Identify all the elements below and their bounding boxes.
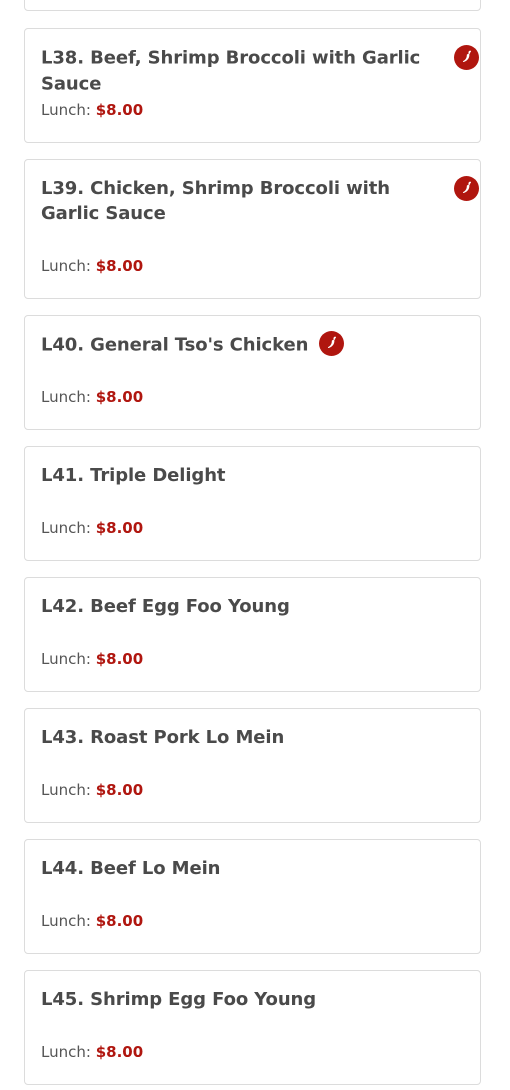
menu-item-name: Beef Egg Foo Young (90, 596, 290, 617)
menu-item-title: L38. Beef, Shrimp Broccoli with Garlic S… (41, 45, 466, 96)
price-value: $8.00 (95, 101, 144, 119)
price-value: $8.00 (95, 388, 144, 406)
menu-item-card[interactable]: L39. Chicken, Shrimp Broccoli with Garli… (24, 159, 481, 299)
menu-item-price-line: Lunch: $8.00 (41, 911, 143, 931)
menu-item-card[interactable]: L45. Shrimp Egg Foo Young Lunch: $8.00 (24, 970, 481, 1085)
menu-item-name: Beef Lo Mein (90, 858, 221, 879)
menu-item-price-line: Lunch: $8.00 (41, 518, 143, 538)
menu-item-title: L44. Beef Lo Mein (41, 856, 466, 881)
price-label: Lunch: (41, 101, 91, 119)
price-value: $8.00 (95, 650, 144, 668)
chili-pepper-icon (318, 330, 344, 356)
menu-item-card[interactable]: L38. Beef, Shrimp Broccoli with Garlic S… (24, 28, 481, 143)
menu-item-title: L39. Chicken, Shrimp Broccoli with Garli… (41, 176, 420, 226)
menu-item-name: Beef, Shrimp Broccoli with Garlic Sauce (41, 47, 421, 95)
menu-item-card[interactable]: L40. General Tso's Chicken Lunch: $8.00 (24, 315, 481, 430)
menu-item-name: General Tso's Chicken (90, 334, 309, 356)
menu-item-code: L39. (41, 178, 84, 199)
price-label: Lunch: (41, 388, 91, 406)
price-label: Lunch: (41, 781, 91, 799)
menu-item-title: L40. General Tso's Chicken (41, 330, 466, 358)
menu-item-title: L43. Roast Pork Lo Mein (41, 725, 466, 750)
price-value: $8.00 (95, 781, 144, 799)
menu-item-price-line: Lunch: $8.00 (41, 256, 143, 276)
price-value: $8.00 (95, 912, 144, 930)
menu-item-title: L45. Shrimp Egg Foo Young (41, 987, 466, 1012)
price-label: Lunch: (41, 257, 91, 275)
menu-item-code: L38. (41, 47, 84, 69)
menu-item-card[interactable]: L41. Triple Delight Lunch: $8.00 (24, 446, 481, 561)
menu-item-price-line: Lunch: $8.00 (41, 387, 143, 407)
price-label: Lunch: (41, 519, 91, 537)
chili-pepper-icon (454, 176, 479, 201)
price-value: $8.00 (95, 519, 144, 537)
menu-item-name: Chicken, Shrimp Broccoli with Garlic Sau… (41, 178, 390, 224)
menu-item-price-line: Lunch: $8.00 (41, 649, 143, 669)
menu-item-card[interactable]: L44. Beef Lo Mein Lunch: $8.00 (24, 839, 481, 954)
chili-pepper-icon (454, 45, 479, 70)
menu-item-name: Shrimp Egg Foo Young (90, 989, 317, 1010)
menu-item-price-line: Lunch: $8.00 (41, 1042, 143, 1062)
menu-item-code: L41. (41, 465, 84, 486)
menu-item-title: L42. Beef Egg Foo Young (41, 594, 466, 619)
price-value: $8.00 (95, 257, 144, 275)
menu-item-price-line: Lunch: $8.00 (41, 100, 143, 120)
menu-item-name: Triple Delight (90, 465, 226, 486)
menu-item-card[interactable]: L43. Roast Pork Lo Mein Lunch: $8.00 (24, 708, 481, 823)
menu-item-price-line: Lunch: $8.00 (41, 780, 143, 800)
price-label: Lunch: (41, 912, 91, 930)
price-label: Lunch: (41, 650, 91, 668)
menu-item-code: L43. (41, 727, 84, 748)
menu-item-card-partial[interactable] (24, 0, 481, 11)
menu-item-code: L45. (41, 989, 84, 1010)
price-value: $8.00 (95, 1043, 144, 1061)
price-label: Lunch: (41, 1043, 91, 1061)
menu-item-name: Roast Pork Lo Mein (90, 727, 285, 748)
menu-item-card[interactable]: L42. Beef Egg Foo Young Lunch: $8.00 (24, 577, 481, 692)
menu-item-title: L41. Triple Delight (41, 463, 466, 488)
menu-item-code: L44. (41, 858, 84, 879)
menu-item-code: L42. (41, 596, 84, 617)
menu-item-code: L40. (41, 334, 84, 356)
